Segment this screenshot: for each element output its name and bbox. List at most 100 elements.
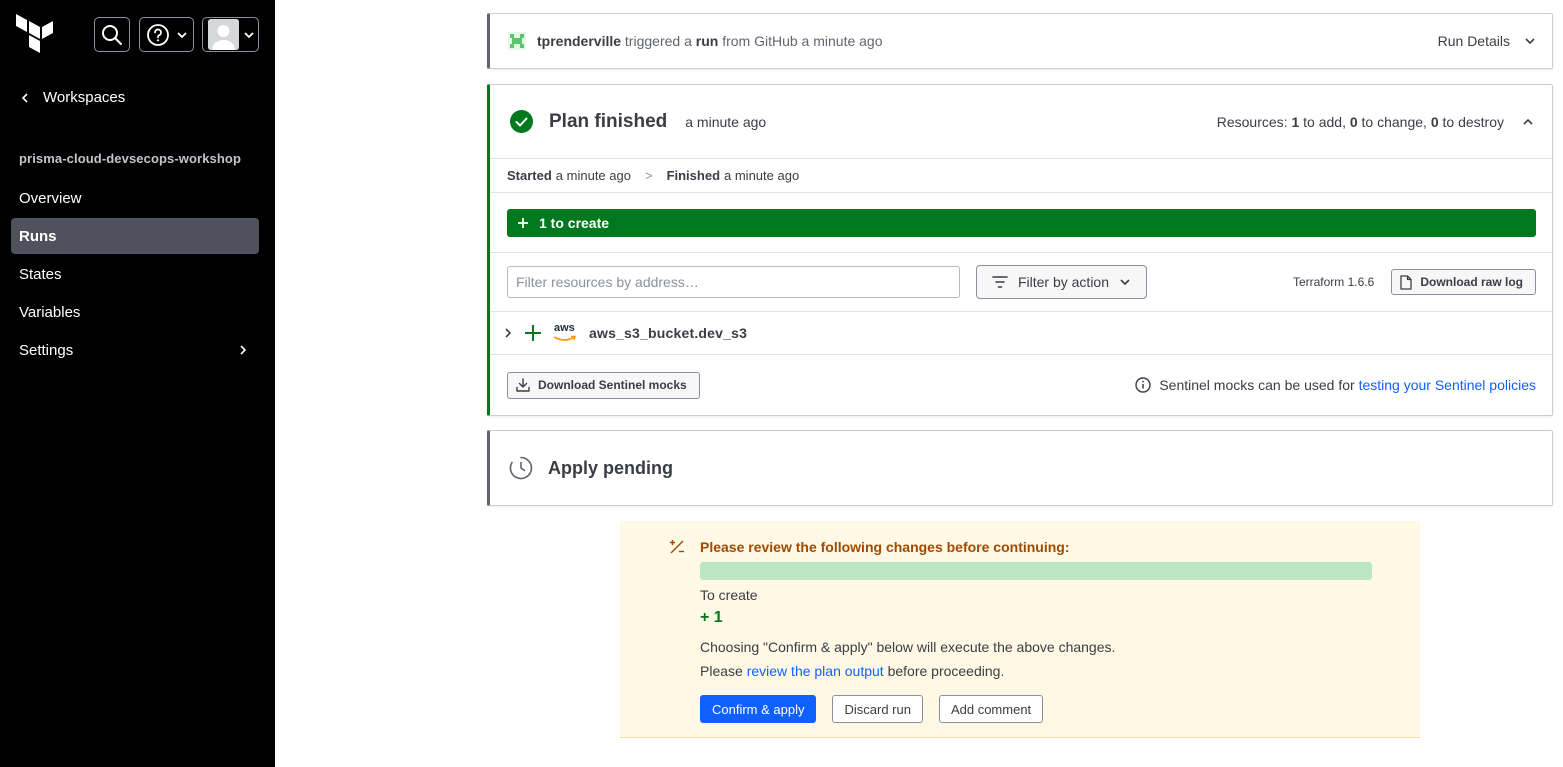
create-summary-bar[interactable]: 1 to create	[507, 209, 1536, 237]
avatar	[208, 19, 239, 50]
create-bar-label: 1 to create	[539, 215, 610, 231]
nav-item-overview[interactable]: Overview	[11, 180, 259, 216]
review-before-text: before proceeding.	[887, 663, 1005, 679]
discard-run-button[interactable]: Discard run	[832, 695, 923, 723]
sidebar: Workspaces prisma-cloud-devsecops-worksh…	[0, 0, 275, 767]
nav-item-label: Variables	[19, 303, 81, 321]
plan-title: Plan finished	[549, 110, 668, 132]
clock-pending-icon	[509, 456, 533, 480]
run-source-text: from GitHub a minute ago	[722, 33, 883, 49]
run-word: run	[695, 33, 719, 49]
aws-logo-text: aws	[554, 322, 575, 334]
resource-row[interactable]: aws aws_s3_bucket.dev_s3	[490, 312, 1552, 355]
review-please-text: Please	[700, 663, 743, 679]
review-explain-text: Choosing "Confirm & apply" below will ex…	[700, 639, 1116, 655]
nav-item-label: Settings	[19, 341, 74, 359]
add-comment-button[interactable]: Add comment	[938, 695, 1044, 723]
terraform-logo-icon[interactable]	[16, 14, 54, 54]
download-raw-log-label: Download raw log	[1420, 275, 1523, 289]
add-count: 1	[1291, 113, 1300, 130]
finished-time: a minute ago	[724, 168, 800, 183]
add-label: to add,	[1303, 113, 1346, 130]
review-explanation: Choosing "Confirm & apply" below will ex…	[700, 635, 1372, 683]
timing-separator-icon: >	[644, 168, 653, 183]
change-label: to change,	[1361, 113, 1427, 130]
destroy-count: 0	[1430, 113, 1439, 130]
run-trigger-card: tprenderville triggered a run from GitHu…	[487, 13, 1553, 69]
help-menu-button[interactable]	[139, 17, 194, 52]
filter-resources-input[interactable]	[507, 266, 960, 298]
workspace-name: prisma-cloud-devsecops-workshop	[19, 151, 241, 166]
nav-item-settings[interactable]: Settings	[11, 332, 259, 368]
nav-item-variables[interactable]: Variables	[11, 294, 259, 330]
plus-icon	[518, 218, 528, 228]
info-icon	[1135, 377, 1152, 393]
apply-title: Apply pending	[548, 457, 673, 478]
chevron-down-icon	[1525, 38, 1535, 45]
sentinel-policies-link[interactable]: testing your Sentinel policies	[1359, 377, 1536, 393]
workspaces-back-link[interactable]: Workspaces	[19, 89, 125, 106]
apply-card[interactable]: Apply pending	[487, 430, 1553, 506]
nav-item-label: States	[19, 265, 62, 283]
finished-label: Finished	[666, 168, 721, 183]
workspaces-label: Workspaces	[43, 89, 126, 106]
plan-timing: Started a minute ago > Finished a minute…	[490, 159, 1552, 193]
sentinel-note: Sentinel mocks can be used for testing y…	[1135, 377, 1536, 393]
sentinel-note-text: Sentinel mocks can be used for	[1159, 377, 1355, 393]
create-count: + 1	[700, 609, 723, 626]
help-icon	[146, 23, 169, 46]
destroy-label: to destroy	[1442, 113, 1504, 130]
resource-address: aws_s3_bucket.dev_s3	[589, 325, 748, 341]
diff-icon	[670, 540, 684, 554]
run-trigger-text: triggered a	[624, 33, 692, 49]
resources-summary: Resources: 1 to add, 0 to change, 0 to d…	[1217, 114, 1534, 130]
sentinel-button-label: Download Sentinel mocks	[538, 378, 687, 392]
chevron-left-icon	[21, 92, 28, 103]
search-button[interactable]	[94, 17, 130, 52]
download-sentinel-mocks-button[interactable]: Download Sentinel mocks	[507, 371, 700, 399]
review-title: Please review the following changes befo…	[700, 539, 1070, 555]
chevron-down-icon	[1120, 279, 1130, 286]
started-time: a minute ago	[555, 168, 631, 183]
apply-review-panel: Please review the following changes befo…	[620, 521, 1420, 738]
github-avatar-icon	[508, 32, 526, 50]
plus-icon	[525, 325, 541, 341]
nav-item-runs[interactable]: Runs	[11, 218, 259, 254]
chevron-right-icon[interactable]	[502, 327, 514, 339]
chevron-up-icon[interactable]	[1522, 116, 1534, 128]
sentinel-row: Download Sentinel mocks Sentinel mocks c…	[490, 355, 1552, 415]
nav-item-label: Runs	[19, 227, 57, 245]
download-icon	[516, 378, 530, 392]
filter-action-label: Filter by action	[1017, 274, 1110, 290]
run-details-label: Run Details	[1437, 33, 1510, 49]
chevron-right-icon	[240, 345, 247, 355]
to-create-label: To create	[700, 587, 758, 603]
user-menu-button[interactable]	[202, 17, 259, 52]
run-details-toggle[interactable]: Run Details	[1438, 33, 1536, 49]
confirm-apply-button[interactable]: Confirm & apply	[700, 695, 817, 723]
check-circle-icon	[510, 110, 533, 133]
review-actions: Confirm & apply Discard run Add comment	[700, 695, 1372, 723]
plan-time: a minute ago	[685, 113, 767, 130]
aws-logo-icon: aws	[553, 322, 577, 343]
filter-by-action-dropdown[interactable]: Filter by action	[976, 265, 1147, 299]
plan-header[interactable]: Plan finished a minute ago Resources: 1 …	[490, 85, 1552, 159]
workspace-nav: Overview Runs States Variables Settings	[11, 180, 259, 370]
review-change-bar	[700, 562, 1372, 580]
filter-row: Filter by action Terraform 1.6.6 Downloa…	[490, 253, 1552, 312]
search-icon	[102, 24, 122, 45]
review-plan-output-link[interactable]: review the plan output	[747, 663, 884, 679]
change-count: 0	[1349, 113, 1358, 130]
plan-card: Plan finished a minute ago Resources: 1 …	[487, 84, 1553, 416]
chevron-down-icon	[244, 31, 254, 38]
resources-prefix: Resources:	[1216, 113, 1288, 130]
started-label: Started	[507, 168, 552, 183]
run-user[interactable]: tprenderville	[537, 33, 621, 49]
chevron-down-icon	[176, 31, 187, 38]
review-body: Please review the following changes befo…	[700, 539, 1372, 723]
download-raw-log-button[interactable]: Download raw log	[1391, 269, 1536, 295]
terraform-version: Terraform 1.6.6	[1292, 275, 1375, 289]
nav-item-states[interactable]: States	[11, 256, 259, 292]
change-summary: 1 to create	[490, 193, 1552, 253]
file-icon	[1400, 274, 1412, 290]
